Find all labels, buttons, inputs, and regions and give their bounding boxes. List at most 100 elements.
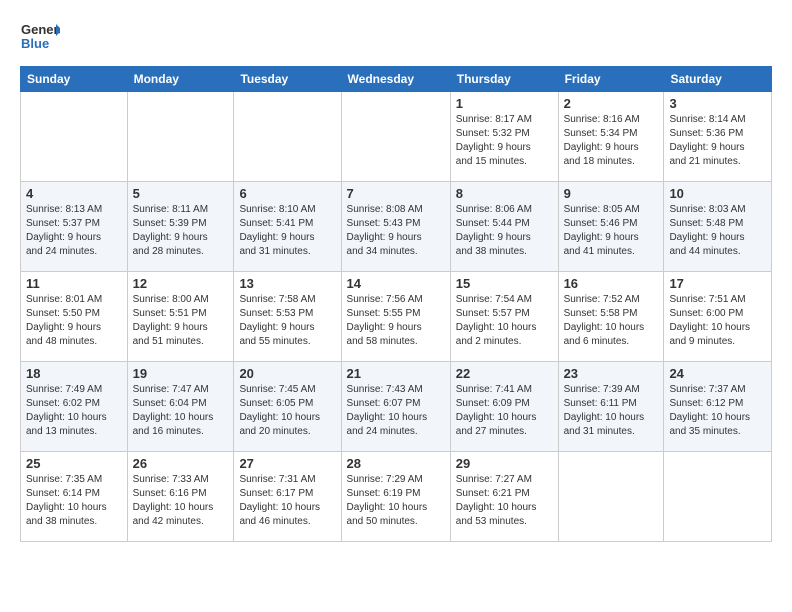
calendar-cell: 18 Sunrise: 7:49 AM Sunset: 6:02 PM Dayli… [21,362,128,452]
day-number: 14 [347,276,445,291]
day-info: Sunrise: 7:47 AM Sunset: 6:04 PM Dayligh… [133,383,229,439]
week-row-2: 11Sunrise: 8:01 AM Sunset: 5:50 PM Dayli… [21,272,772,362]
day-number: 10 [669,186,766,201]
logo: General Blue [20,16,60,56]
calendar-cell: 27 Sunrise: 7:31 AM Sunset: 6:17 PM Dayli… [234,452,341,542]
calendar-cell: 26 Sunrise: 7:33 AM Sunset: 6:16 PM Dayli… [127,452,234,542]
day-number: 21 [347,366,445,381]
day-number: 8 [456,186,553,201]
week-row-3: 18 Sunrise: 7:49 AM Sunset: 6:02 PM Dayli… [21,362,772,452]
calendar-cell: 4 Sunrise: 8:13 AM Sunset: 5:37 PM Daylig… [21,182,128,272]
day-info: Sunrise: 8:10 AM Sunset: 5:41 PM Dayligh… [239,203,335,259]
day-number: 25 [26,456,122,471]
day-info: Sunrise: 8:03 AM Sunset: 5:48 PM Dayligh… [669,203,766,259]
day-number: 24 [669,366,766,381]
day-info: Sunrise: 8:05 AM Sunset: 5:46 PM Dayligh… [564,203,659,259]
calendar-cell [341,92,450,182]
calendar-cell: 3 Sunrise: 8:14 AM Sunset: 5:36 PM Daylig… [664,92,772,182]
day-number: 16 [564,276,659,291]
day-info: Sunrise: 7:56 AM Sunset: 5:55 PM Dayligh… [347,293,445,349]
calendar-cell: 5Sunrise: 8:11 AM Sunset: 5:39 PM Daylig… [127,182,234,272]
day-info: Sunrise: 8:14 AM Sunset: 5:36 PM Dayligh… [669,113,766,169]
day-info: Sunrise: 7:51 AM Sunset: 6:00 PM Dayligh… [669,293,766,349]
calendar-cell: 19 Sunrise: 7:47 AM Sunset: 6:04 PM Dayli… [127,362,234,452]
header-sunday: Sunday [21,67,128,92]
calendar-cell: 24 Sunrise: 7:37 AM Sunset: 6:12 PM Dayli… [664,362,772,452]
logo-svg: General Blue [20,16,60,56]
day-number: 2 [564,96,659,111]
svg-text:General: General [21,22,60,37]
calendar-cell: 11Sunrise: 8:01 AM Sunset: 5:50 PM Dayli… [21,272,128,362]
calendar-cell: 10 Sunrise: 8:03 AM Sunset: 5:48 PM Dayli… [664,182,772,272]
day-number: 5 [133,186,229,201]
day-info: Sunrise: 8:16 AM Sunset: 5:34 PM Dayligh… [564,113,659,169]
day-number: 19 [133,366,229,381]
calendar-cell [21,92,128,182]
calendar-cell: 2 Sunrise: 8:16 AM Sunset: 5:34 PM Daylig… [558,92,664,182]
day-number: 7 [347,186,445,201]
calendar-cell: 15Sunrise: 7:54 AM Sunset: 5:57 PM Dayli… [450,272,558,362]
day-info: Sunrise: 7:49 AM Sunset: 6:02 PM Dayligh… [26,383,122,439]
header-saturday: Saturday [664,67,772,92]
day-info: Sunrise: 8:08 AM Sunset: 5:43 PM Dayligh… [347,203,445,259]
day-info: Sunrise: 7:33 AM Sunset: 6:16 PM Dayligh… [133,473,229,529]
day-number: 20 [239,366,335,381]
calendar-cell: 17 Sunrise: 7:51 AM Sunset: 6:00 PM Dayli… [664,272,772,362]
header-tuesday: Tuesday [234,67,341,92]
calendar-cell: 23 Sunrise: 7:39 AM Sunset: 6:11 PM Dayli… [558,362,664,452]
calendar-cell: 14 Sunrise: 7:56 AM Sunset: 5:55 PM Dayli… [341,272,450,362]
day-number: 12 [133,276,229,291]
day-number: 1 [456,96,553,111]
calendar-cell: 28 Sunrise: 7:29 AM Sunset: 6:19 PM Dayli… [341,452,450,542]
week-row-4: 25 Sunrise: 7:35 AM Sunset: 6:14 PM Dayli… [21,452,772,542]
calendar-cell: 7 Sunrise: 8:08 AM Sunset: 5:43 PM Daylig… [341,182,450,272]
calendar-cell: 29Sunrise: 7:27 AM Sunset: 6:21 PM Dayli… [450,452,558,542]
day-number: 13 [239,276,335,291]
week-row-0: 1Sunrise: 8:17 AM Sunset: 5:32 PM Daylig… [21,92,772,182]
day-number: 22 [456,366,553,381]
day-number: 28 [347,456,445,471]
header-thursday: Thursday [450,67,558,92]
day-number: 17 [669,276,766,291]
calendar-cell [558,452,664,542]
calendar-cell: 9 Sunrise: 8:05 AM Sunset: 5:46 PM Daylig… [558,182,664,272]
calendar-cell: 1Sunrise: 8:17 AM Sunset: 5:32 PM Daylig… [450,92,558,182]
calendar-cell: 6Sunrise: 8:10 AM Sunset: 5:41 PM Daylig… [234,182,341,272]
day-number: 3 [669,96,766,111]
day-info: Sunrise: 7:35 AM Sunset: 6:14 PM Dayligh… [26,473,122,529]
calendar-cell: 16 Sunrise: 7:52 AM Sunset: 5:58 PM Dayli… [558,272,664,362]
day-info: Sunrise: 7:54 AM Sunset: 5:57 PM Dayligh… [456,293,553,349]
day-info: Sunrise: 8:00 AM Sunset: 5:51 PM Dayligh… [133,293,229,349]
day-number: 29 [456,456,553,471]
calendar-cell: 12 Sunrise: 8:00 AM Sunset: 5:51 PM Dayli… [127,272,234,362]
svg-text:Blue: Blue [21,36,49,51]
day-number: 26 [133,456,229,471]
day-info: Sunrise: 7:52 AM Sunset: 5:58 PM Dayligh… [564,293,659,349]
calendar-cell: 25 Sunrise: 7:35 AM Sunset: 6:14 PM Dayli… [21,452,128,542]
day-info: Sunrise: 7:31 AM Sunset: 6:17 PM Dayligh… [239,473,335,529]
day-info: Sunrise: 7:29 AM Sunset: 6:19 PM Dayligh… [347,473,445,529]
day-info: Sunrise: 8:06 AM Sunset: 5:44 PM Dayligh… [456,203,553,259]
calendar-cell: 13Sunrise: 7:58 AM Sunset: 5:53 PM Dayli… [234,272,341,362]
day-info: Sunrise: 7:43 AM Sunset: 6:07 PM Dayligh… [347,383,445,439]
calendar-cell [234,92,341,182]
day-info: Sunrise: 8:01 AM Sunset: 5:50 PM Dayligh… [26,293,122,349]
calendar-cell: 21 Sunrise: 7:43 AM Sunset: 6:07 PM Dayli… [341,362,450,452]
day-number: 4 [26,186,122,201]
day-number: 27 [239,456,335,471]
day-info: Sunrise: 7:39 AM Sunset: 6:11 PM Dayligh… [564,383,659,439]
calendar-cell [127,92,234,182]
day-number: 18 [26,366,122,381]
calendar-header-row: SundayMondayTuesdayWednesdayThursdayFrid… [21,67,772,92]
day-info: Sunrise: 7:45 AM Sunset: 6:05 PM Dayligh… [239,383,335,439]
header-monday: Monday [127,67,234,92]
header: General Blue [20,16,772,56]
day-number: 9 [564,186,659,201]
calendar-cell: 20 Sunrise: 7:45 AM Sunset: 6:05 PM Dayli… [234,362,341,452]
week-row-1: 4 Sunrise: 8:13 AM Sunset: 5:37 PM Daylig… [21,182,772,272]
day-info: Sunrise: 7:37 AM Sunset: 6:12 PM Dayligh… [669,383,766,439]
header-wednesday: Wednesday [341,67,450,92]
header-friday: Friday [558,67,664,92]
day-number: 23 [564,366,659,381]
day-info: Sunrise: 8:13 AM Sunset: 5:37 PM Dayligh… [26,203,122,259]
